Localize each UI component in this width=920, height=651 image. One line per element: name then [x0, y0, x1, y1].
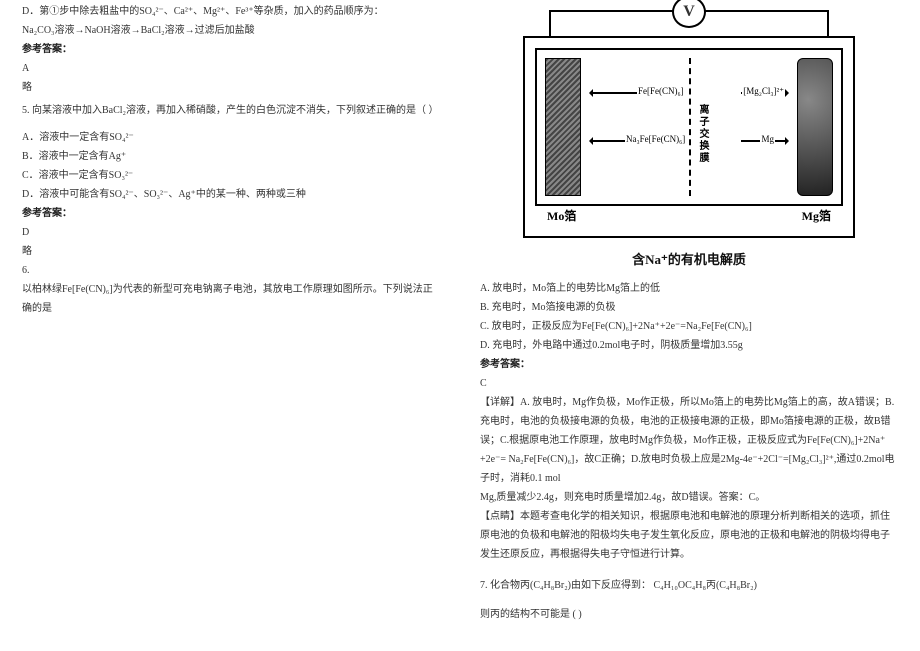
q6-opt-a: A. 放电时，Mo箔上的电势比Mg箔上的低	[480, 279, 898, 298]
q5-opt-c: C．溶液中一定含有SO₃²⁻	[22, 166, 440, 185]
label-mg: Mg	[760, 131, 775, 148]
answer-label: 参考答案：	[22, 40, 440, 59]
mo-foil-label: Mo箔	[547, 205, 576, 228]
point-label: 【点睛】	[480, 511, 520, 522]
q6-stem: 以柏林绿Fe[Fe(CN)₆]为代表的新型可充电钠离子电池，其放电工作原理如图所…	[22, 280, 440, 318]
circuit-figure: V 离子交换膜 Fe[Fe(CN)₆] [Mg₂Cl₃]²⁺ Na₃Fe[Fe(…	[509, 2, 869, 242]
ion-exchange-membrane	[689, 58, 691, 196]
voltmeter-icon: V	[672, 0, 706, 28]
detail-text: 放电时，Mg作负极，Mo作正极，所以Mo箔上的电势比Mg箔上的高，故A错误；B.…	[480, 397, 894, 484]
label-mg2cl3: [Mg₂Cl₃]²⁺	[742, 83, 785, 100]
point-para: 【点睛】本题考查电化学的相关知识，根据原电池和电解池的原理分析判断相关的选项，抓…	[480, 507, 898, 564]
option-d-seq: Na₂CO₃溶液→NaOH溶液→BaCl₂溶液→过滤后加盐酸	[22, 21, 440, 40]
q6-opt-c: C. 放电时，正极反应为Fe[Fe(CN)₆]+2Na⁺+2e⁻=Na₂Fe[F…	[480, 317, 898, 336]
q7-stem: 7. 化合物丙(C₄H₈Br₂)由如下反应得到： C₄H₁₀OC₄H₈丙(C₄H…	[480, 576, 898, 595]
q6-number: 6.	[22, 261, 440, 280]
point-text: 本题考查电化学的相关知识，根据原电池和电解池的原理分析判断相关的选项，抓住原电池…	[480, 511, 890, 560]
skip-text: 略	[22, 78, 440, 97]
mg-foil-label: Mg箔	[802, 205, 831, 228]
mo-electrode	[545, 58, 581, 196]
answer-d: D	[22, 223, 440, 242]
answer-label-3: 参考答案：	[480, 355, 898, 374]
detail-text-2: Mg,质量减少2.4g，则充电时质量增加2.4g，故D错误。答案：C。	[480, 488, 898, 507]
membrane-label: 离子交换膜	[693, 104, 712, 164]
q6-opt-d: D. 充电时，外电路中通过0.2mol电子时，阴极质量增加3.55g	[480, 336, 898, 355]
arrow-left-top	[591, 92, 637, 94]
q5-opt-d: D．溶液中可能含有SO₄²⁻、SO₃²⁻、Ag⁺中的某一种、两种或三种	[22, 185, 440, 204]
q5-opt-b: B．溶液中一定含有Ag⁺	[22, 147, 440, 166]
label-na3fe: Na₃Fe[Fe(CN)₆]	[625, 131, 686, 148]
answer-label-2: 参考答案：	[22, 204, 440, 223]
q7-stem-b: 则丙的结构不可能是 ( )	[480, 605, 898, 624]
cell-inner: 离子交换膜 Fe[Fe(CN)₆] [Mg₂Cl₃]²⁺ Na₃Fe[Fe(CN…	[535, 48, 843, 206]
q5-opt-a: A．溶液中一定含有SO₄²⁻	[22, 128, 440, 147]
answer-c: C	[480, 374, 898, 393]
detail-label: 【详解】A.	[480, 397, 530, 408]
answer-a: A	[22, 59, 440, 78]
label-fefecn: Fe[Fe(CN)₆]	[637, 83, 685, 100]
skip-text-2: 略	[22, 242, 440, 261]
q5-stem: 5. 向某溶液中加入BaCl₂溶液，再加入稀硝酸，产生的白色沉淀不消失，下列叙述…	[22, 101, 440, 120]
cell-box: 离子交换膜 Fe[Fe(CN)₆] [Mg₂Cl₃]²⁺ Na₃Fe[Fe(CN…	[523, 36, 855, 238]
mg-electrode	[797, 58, 833, 196]
option-d-text: D．第①步中除去粗盐中的SO₄²⁻、Ca²⁺、Mg²⁺、Fe³⁺等杂质，加入的药…	[22, 2, 440, 21]
q6-opt-b: B. 充电时，Mo箔接电源的负极	[480, 298, 898, 317]
electrolyte-caption: 含Na⁺的有机电解质	[480, 248, 898, 273]
